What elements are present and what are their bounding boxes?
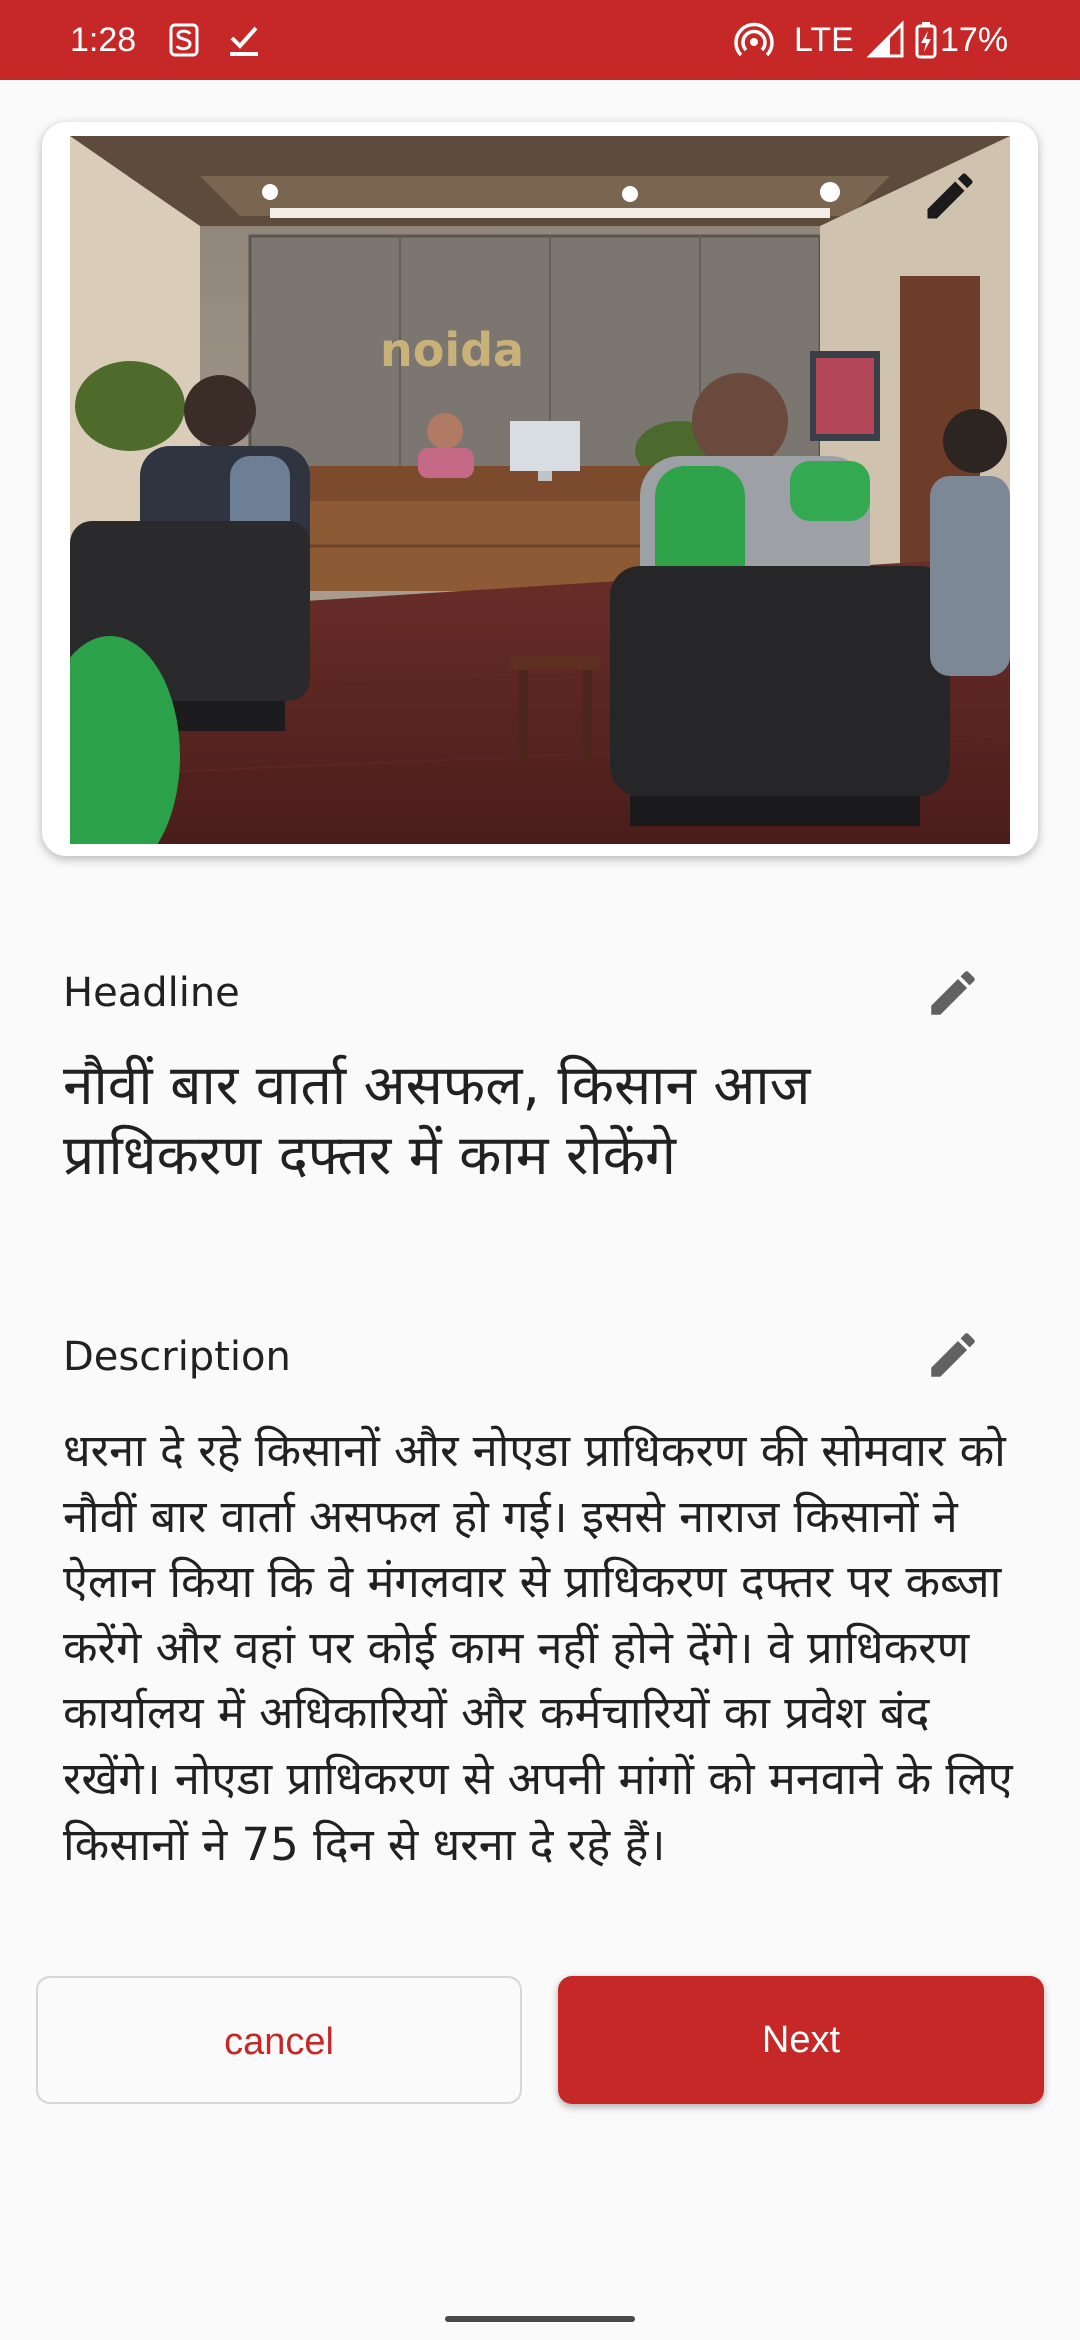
app-notification-icon <box>169 23 199 57</box>
gesture-navigation-handle[interactable] <box>445 2316 635 2322</box>
edit-headline-pencil-icon[interactable] <box>924 964 982 1022</box>
headline-text: नौवीं बार वार्ता असफल, किसान आज प्राधिकर… <box>63 1053 811 1187</box>
next-button[interactable]: Next <box>558 1976 1044 2104</box>
description-text: धरना दे रहे किसानों और नोएडा प्राधिकरण क… <box>63 1424 1013 1871</box>
noida-sign-text: noida <box>380 323 524 377</box>
description-label: Description <box>63 1334 291 1380</box>
edit-description-pencil-icon[interactable] <box>924 1326 982 1384</box>
task-done-icon <box>230 26 258 56</box>
status-bar: 1:28 LTE 17% <box>0 0 1080 80</box>
hotspot-icon <box>734 22 774 57</box>
news-photo: noida <box>70 136 1010 844</box>
battery-percentage: 17% <box>940 21 1009 59</box>
cancel-button[interactable]: cancel <box>36 1976 522 2104</box>
signal-icon <box>866 20 904 58</box>
status-time: 1:28 <box>70 21 137 59</box>
news-image-card: noida <box>42 122 1038 856</box>
network-type: LTE <box>794 21 854 59</box>
headline-label: Headline <box>63 970 240 1016</box>
edit-photo-pencil-icon[interactable] <box>920 166 980 226</box>
office-meeting-photo: noida <box>70 136 1010 844</box>
